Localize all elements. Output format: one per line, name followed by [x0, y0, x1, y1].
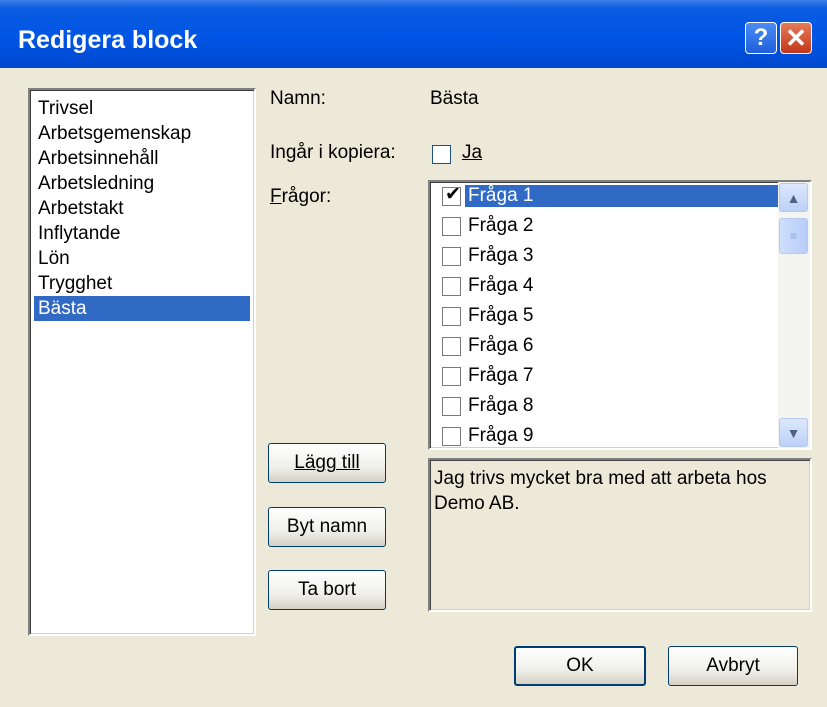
question-row[interactable]: Fråga 5	[432, 302, 780, 332]
add-button-label: Lägg till	[294, 452, 360, 473]
rename-button[interactable]: Byt namn	[268, 507, 386, 547]
block-list-item-selected[interactable]: Bästa	[34, 296, 250, 321]
question-checkbox[interactable]	[442, 367, 461, 386]
copy-label: Ingår i kopiera:	[270, 142, 396, 163]
question-checkbox[interactable]	[442, 217, 461, 236]
add-button[interactable]: Lägg till	[268, 443, 386, 483]
block-list-item[interactable]: Arbetstakt	[34, 196, 250, 221]
question-description-text: Jag trivs mycket bra med att arbeta hos …	[434, 468, 767, 514]
block-list-item[interactable]: Trivsel	[34, 96, 250, 121]
question-row[interactable]: Fråga 9	[432, 422, 780, 448]
question-checkbox[interactable]	[442, 247, 461, 266]
question-description-box[interactable]: Jag trivs mycket bra med att arbeta hos …	[428, 458, 812, 612]
block-list-item[interactable]: Trygghet	[34, 271, 250, 296]
questions-label: Frågor:	[270, 186, 331, 208]
copy-checkbox-label[interactable]: Ja	[462, 142, 482, 164]
ok-button[interactable]: OK	[514, 646, 646, 686]
title-bar[interactable]: Redigera block ? ✕	[0, 0, 827, 68]
name-value: Bästa	[430, 88, 479, 109]
cancel-button[interactable]: Avbryt	[668, 646, 798, 686]
questions-list[interactable]: ✔ Fråga 1 Fråga 2 Fråga 3 Fråga 4 Fråga …	[428, 180, 812, 450]
question-label: Fråga 5	[468, 305, 534, 326]
question-row[interactable]: Fråga 6	[432, 332, 780, 362]
question-checkbox[interactable]	[442, 337, 461, 356]
question-label: Fråga 4	[468, 275, 534, 296]
question-row[interactable]: Fråga 7	[432, 362, 780, 392]
block-list-item[interactable]: Arbetsinnehåll	[34, 146, 250, 171]
copy-checkbox[interactable]	[432, 145, 451, 164]
ok-button-label: OK	[566, 655, 594, 676]
question-row-selected[interactable]: ✔ Fråga 1	[432, 182, 780, 212]
questions-label-mnemonic: F	[270, 186, 282, 207]
block-list[interactable]: Trivsel Arbetsgemenskap Arbetsinnehåll A…	[28, 88, 256, 636]
question-label: Fråga 9	[468, 425, 534, 446]
chevron-down-icon[interactable]: ▼	[779, 418, 808, 447]
chevron-up-icon[interactable]: ▲	[779, 183, 808, 212]
dialog-body: Trivsel Arbetsgemenskap Arbetsinnehåll A…	[0, 68, 827, 707]
question-checkbox[interactable]	[442, 307, 461, 326]
question-checkbox[interactable]	[442, 427, 461, 446]
question-row[interactable]: Fråga 3	[432, 242, 780, 272]
window-title: Redigera block	[18, 26, 198, 54]
remove-button[interactable]: Ta bort	[268, 570, 386, 610]
scrollbar-thumb[interactable]: ≡	[779, 218, 808, 254]
question-row[interactable]: Fråga 8	[432, 392, 780, 422]
close-button[interactable]: ✕	[780, 22, 812, 54]
cancel-button-label: Avbryt	[706, 655, 760, 676]
questions-label-rest: rågor:	[281, 186, 332, 207]
questions-scrollbar[interactable]: ▲ ≡ ▼	[778, 182, 810, 448]
question-label: Fråga 6	[468, 335, 534, 356]
remove-button-label: Ta bort	[297, 579, 357, 600]
block-list-item[interactable]: Arbetsledning	[34, 171, 250, 196]
question-checkbox[interactable]	[442, 397, 461, 416]
question-row[interactable]: Fråga 2	[432, 212, 780, 242]
checkmark-icon: ✔	[445, 184, 461, 205]
block-list-item[interactable]: Arbetsgemenskap	[34, 121, 250, 146]
help-button[interactable]: ?	[745, 22, 777, 54]
block-list-item[interactable]: Lön	[34, 246, 250, 271]
question-label: Fråga 7	[468, 365, 534, 386]
question-checkbox-checked[interactable]: ✔	[442, 184, 461, 206]
question-label: Fråga 2	[468, 215, 534, 236]
question-row[interactable]: Fråga 4	[432, 272, 780, 302]
question-checkbox[interactable]	[442, 277, 461, 296]
name-label: Namn:	[270, 88, 326, 109]
rename-button-label: Byt namn	[286, 516, 368, 537]
question-label: Fråga 3	[468, 245, 534, 266]
question-label: Fråga 8	[468, 395, 534, 416]
block-list-item[interactable]: Inflytande	[34, 221, 250, 246]
dialog-window: Redigera block ? ✕ Trivsel Arbetsgemensk…	[0, 0, 827, 707]
question-label: Fråga 1	[465, 185, 780, 207]
